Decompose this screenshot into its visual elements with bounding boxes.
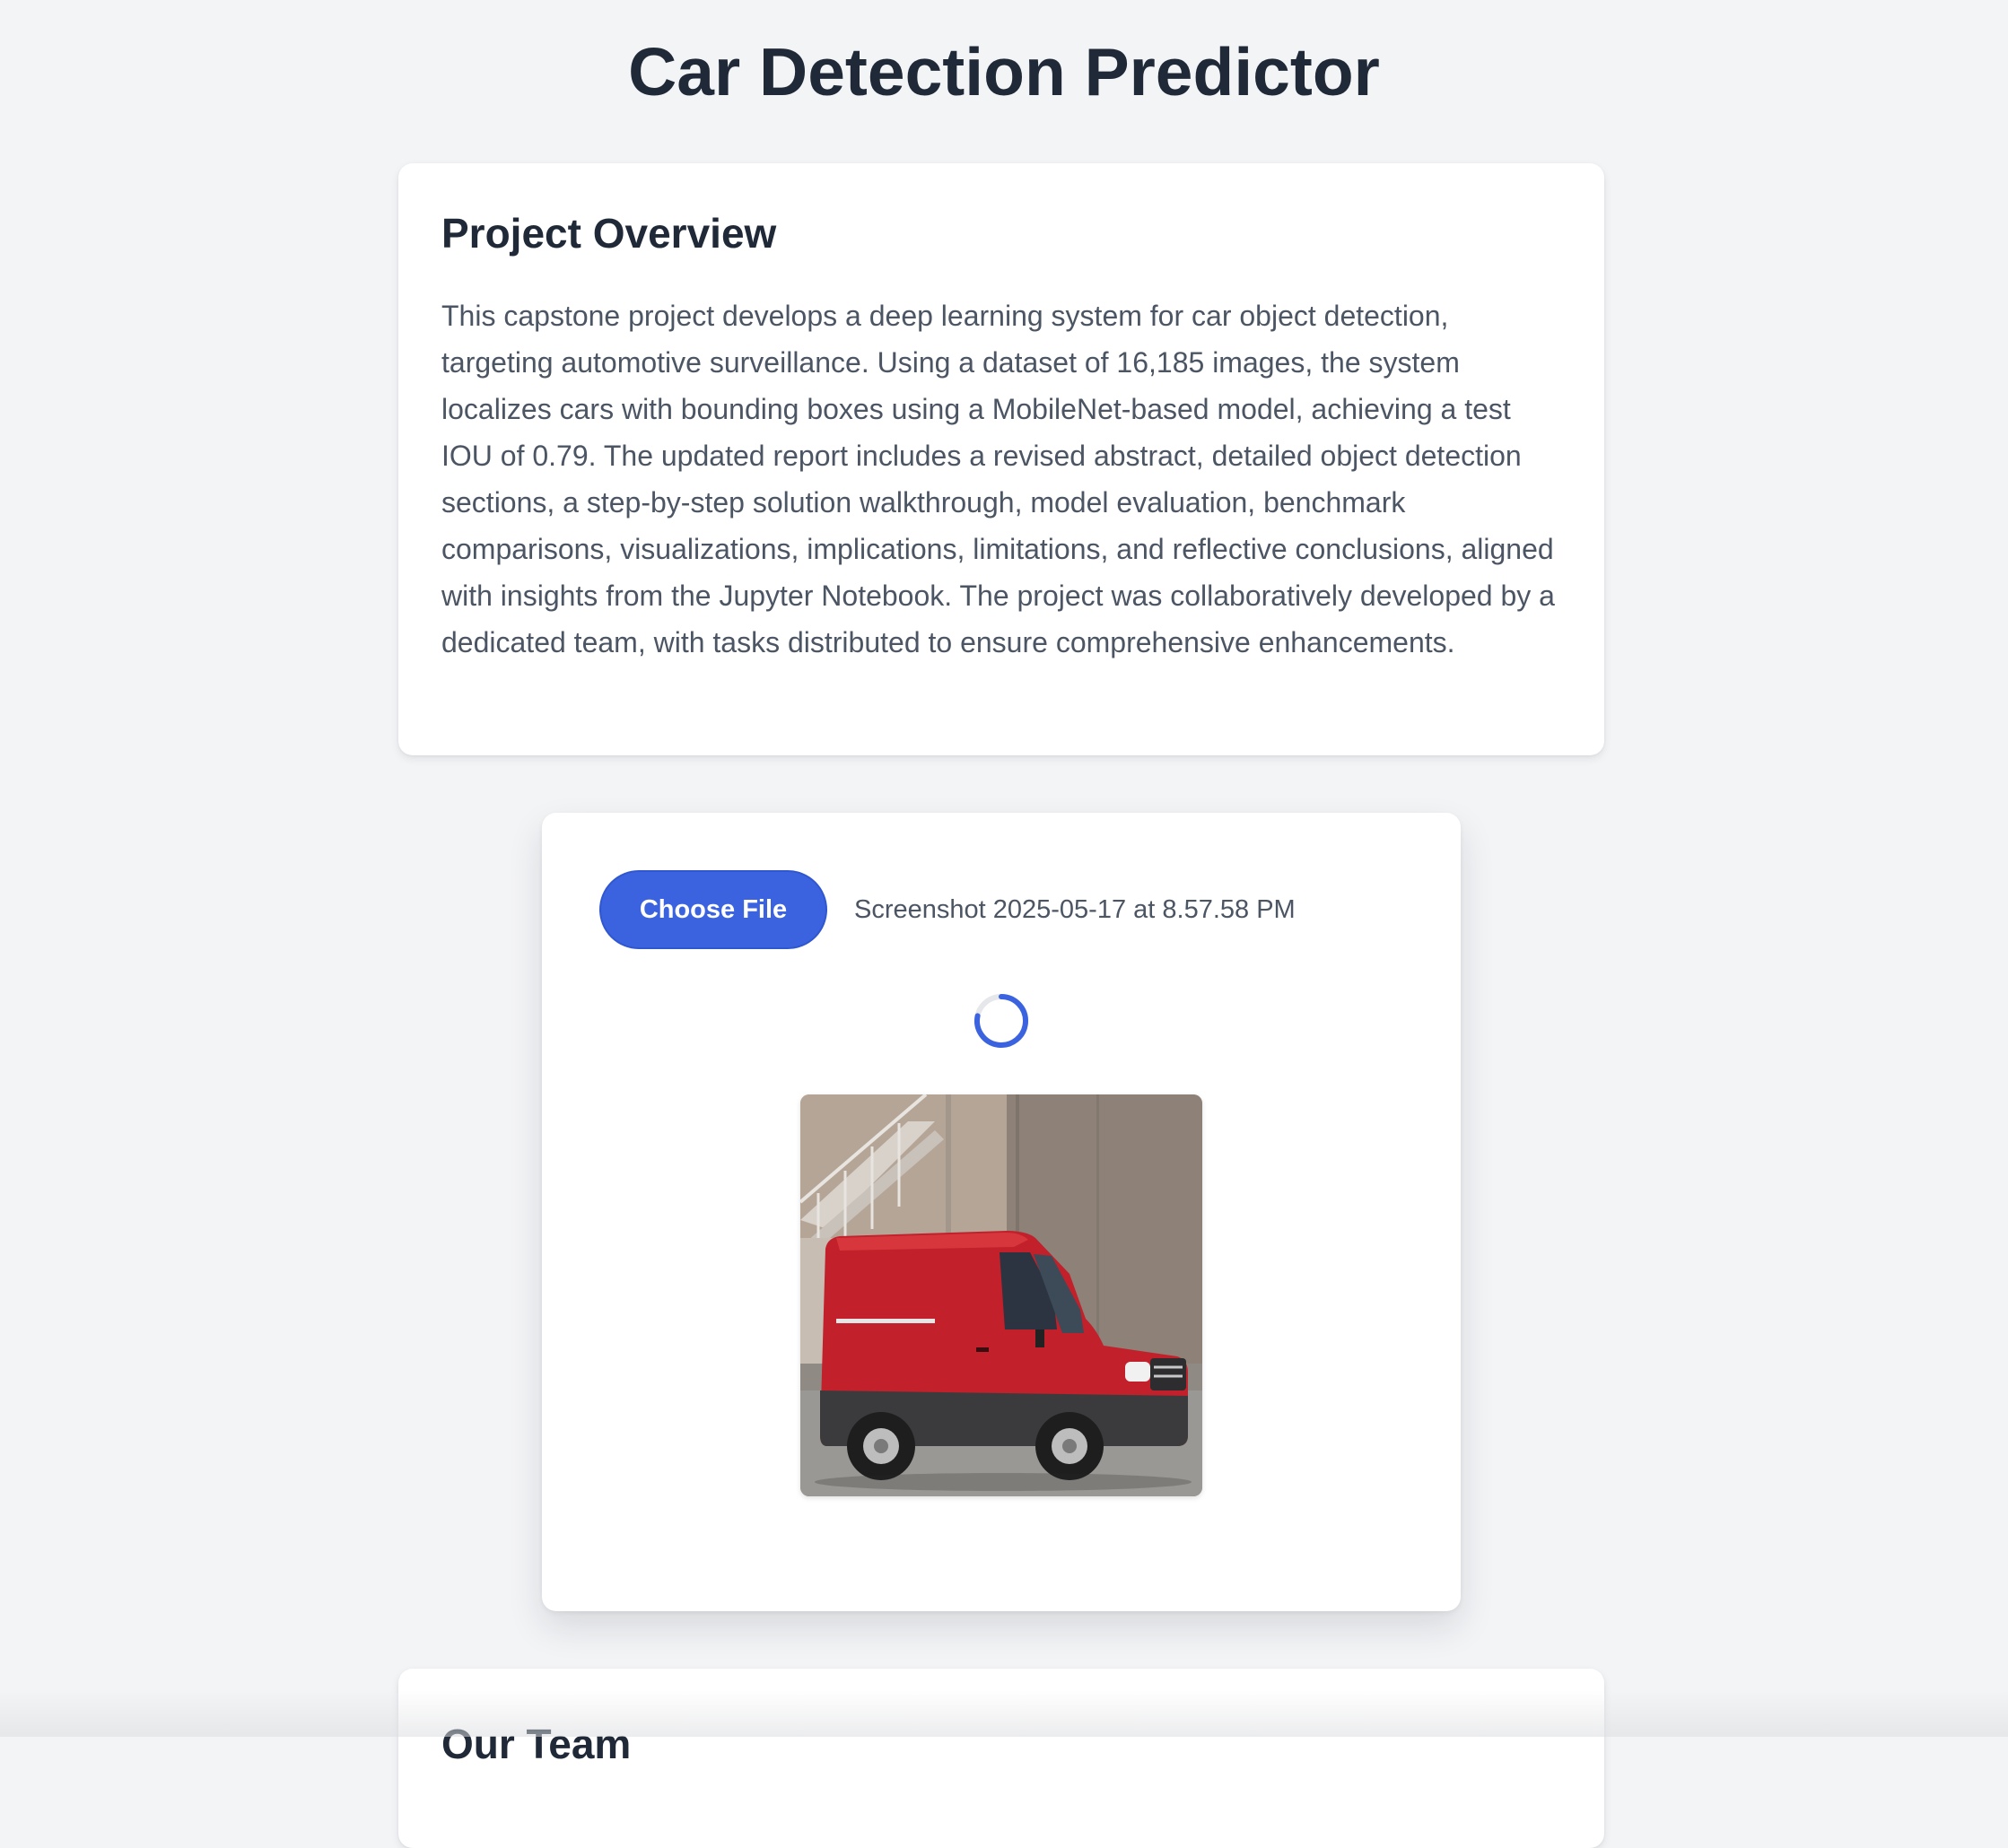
upload-card: Choose File Screenshot 2025-05-17 at 8.5… [542, 813, 1461, 1611]
file-input-row: Choose File Screenshot 2025-05-17 at 8.5… [599, 870, 1296, 949]
image-preview [800, 1094, 1202, 1496]
selected-file-name: Screenshot 2025-05-17 at 8.57.58 PM [854, 894, 1296, 924]
overview-heading: Project Overview [441, 210, 777, 257]
project-overview-card: Project Overview This capstone project d… [398, 163, 1604, 755]
red-van-image [800, 1094, 1202, 1496]
loading-spinner-icon [974, 994, 1029, 1048]
page-title: Car Detection Predictor [628, 34, 1380, 109]
choose-file-button[interactable]: Choose File [599, 870, 827, 949]
team-heading: Our Team [441, 1721, 632, 1767]
overview-description: This capstone project develops a deep le… [441, 300, 1555, 658]
team-card: Our Team [398, 1669, 1604, 1848]
